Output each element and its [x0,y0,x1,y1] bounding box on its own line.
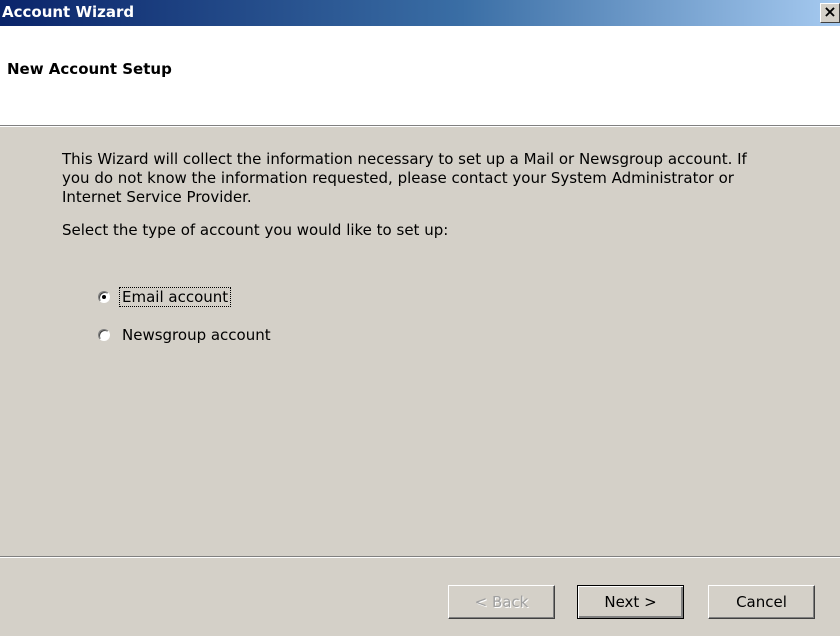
page-title: New Account Setup [7,60,172,78]
wizard-header: New Account Setup [0,26,840,125]
cancel-button[interactable]: Cancel [708,585,815,619]
email-account-radio[interactable] [98,291,110,303]
newsgroup-account-radio[interactable] [98,329,110,341]
intro-text: This Wizard will collect the information… [62,150,747,206]
header-divider [0,125,840,127]
next-button[interactable]: Next > [577,585,684,619]
newsgroup-account-label[interactable]: Newsgroup account [120,326,273,344]
footer-divider [0,556,840,558]
newsgroup-account-option[interactable]: Newsgroup account [98,326,273,344]
back-button[interactable]: < Back [448,585,555,619]
window-title: Account Wizard [2,3,135,21]
title-bar[interactable]: Account Wizard × [0,0,840,26]
email-account-option[interactable]: Email account [98,287,232,307]
close-button[interactable]: × [820,3,840,23]
account-type-prompt: Select the type of account you would lik… [62,221,449,239]
email-account-label[interactable]: Email account [118,287,232,307]
close-icon: × [823,2,837,21]
